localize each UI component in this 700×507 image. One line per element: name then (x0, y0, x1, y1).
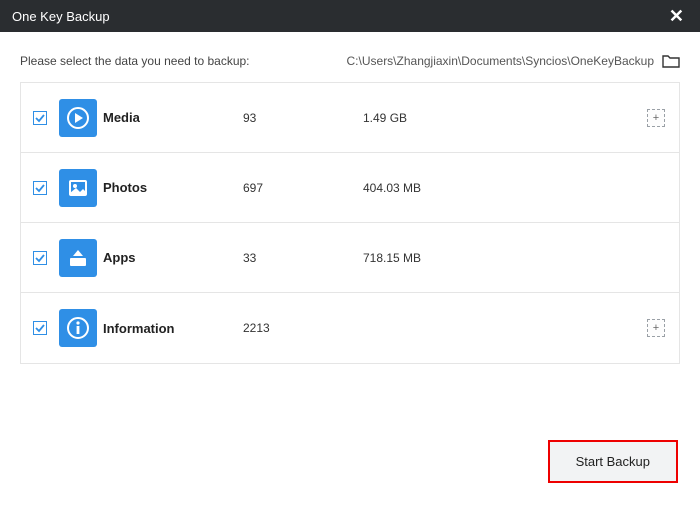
checkbox-media[interactable] (33, 111, 47, 125)
close-icon[interactable]: ✕ (665, 6, 688, 27)
window-title: One Key Backup (12, 9, 110, 24)
checkbox-information[interactable] (33, 321, 47, 335)
titlebar: One Key Backup ✕ (0, 0, 700, 32)
checkbox-apps[interactable] (33, 251, 47, 265)
category-label: Photos (103, 180, 243, 195)
category-row-apps: Apps 33 718.15 MB (21, 223, 679, 293)
folder-browse-icon[interactable] (662, 54, 680, 68)
checkbox-photos[interactable] (33, 181, 47, 195)
category-size: 1.49 GB (363, 111, 633, 125)
category-count: 697 (243, 181, 363, 195)
category-label: Media (103, 110, 243, 125)
media-icon (59, 99, 97, 137)
category-count: 33 (243, 251, 363, 265)
apps-icon (59, 239, 97, 277)
category-row-media: Media 93 1.49 GB + (21, 83, 679, 153)
expand-information-icon[interactable]: + (647, 319, 665, 337)
category-count: 2213 (243, 321, 363, 335)
category-size: 404.03 MB (363, 181, 633, 195)
category-list: Media 93 1.49 GB + Photos 697 404.03 MB … (20, 82, 680, 364)
category-label: Information (103, 321, 243, 336)
category-row-information: Information 2213 + (21, 293, 679, 363)
backup-path-text: C:\Users\Zhangjiaxin\Documents\Syncios\O… (347, 54, 654, 68)
expand-media-icon[interactable]: + (647, 109, 665, 127)
category-size: 718.15 MB (363, 251, 633, 265)
instruction-text: Please select the data you need to backu… (20, 54, 250, 68)
backup-path: C:\Users\Zhangjiaxin\Documents\Syncios\O… (347, 54, 680, 68)
category-row-photos: Photos 697 404.03 MB (21, 153, 679, 223)
category-count: 93 (243, 111, 363, 125)
footer: Start Backup (548, 440, 678, 483)
photos-icon (59, 169, 97, 207)
category-label: Apps (103, 250, 243, 265)
info-icon (59, 309, 97, 347)
header: Please select the data you need to backu… (0, 32, 700, 82)
start-backup-button[interactable]: Start Backup (548, 440, 678, 483)
